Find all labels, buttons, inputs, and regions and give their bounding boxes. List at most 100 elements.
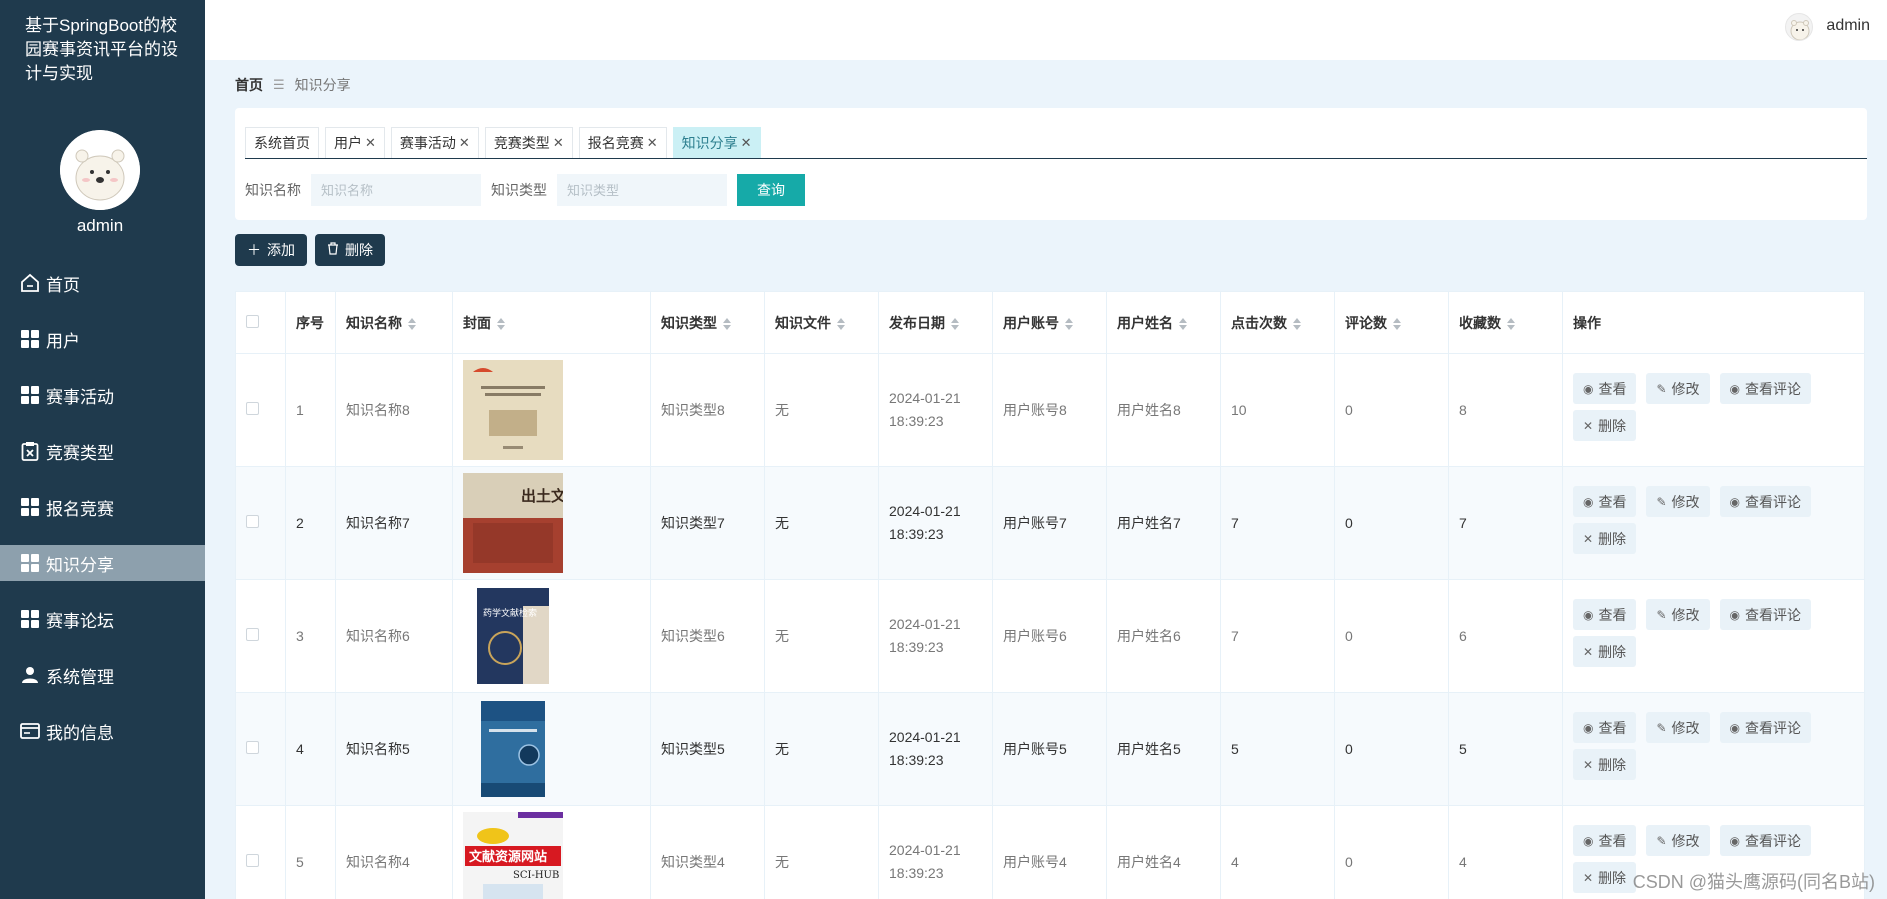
breadcrumb-home[interactable]: 首页 xyxy=(235,75,263,95)
column-header[interactable]: 用户账号 xyxy=(992,291,1107,354)
view-button[interactable]: ◉ 查看 xyxy=(1573,825,1637,856)
query-button[interactable]: 查询 xyxy=(737,174,805,206)
sidebar-item-users[interactable]: 用户 xyxy=(0,321,205,357)
book-cover-image[interactable] xyxy=(463,699,563,799)
sidebar-item-events[interactable]: 赛事活动 xyxy=(0,377,205,413)
avatar[interactable] xyxy=(60,130,140,210)
select-all-checkbox[interactable] xyxy=(246,314,259,328)
edit-button[interactable]: ✎ 修改 xyxy=(1646,825,1710,856)
sidebar-item-label: 赛事论坛 xyxy=(46,611,114,631)
view-button[interactable]: ◉ 查看 xyxy=(1573,712,1637,743)
sidebar-item-knowledge[interactable]: 知识分享 xyxy=(0,545,205,581)
book-cover-image[interactable] xyxy=(463,360,563,460)
close-icon[interactable]: ✕ xyxy=(741,135,752,151)
sort-icon[interactable] xyxy=(1293,317,1301,330)
avatar[interactable] xyxy=(1785,13,1813,41)
sort-icon[interactable] xyxy=(837,317,845,330)
book-cover-image[interactable]: 药学文献检索 xyxy=(463,586,563,686)
row-delete-button[interactable]: ✕ 删除 xyxy=(1573,636,1637,667)
row-checkbox[interactable] xyxy=(246,741,259,754)
view-button[interactable]: ◉ 查看 xyxy=(1573,373,1637,404)
tabs-search-panel: 系统首页 用户 ✕ 赛事活动 ✕ 竞赛类型 ✕ 报名竞赛 ✕ 知识分享 ✕ 知识… xyxy=(235,108,1867,220)
row-delete-button[interactable]: ✕ 删除 xyxy=(1573,410,1637,441)
edit-button[interactable]: ✎ 修改 xyxy=(1646,373,1710,404)
row-checkbox[interactable] xyxy=(246,854,259,867)
view-comments-button[interactable]: ◉ 查看评论 xyxy=(1719,825,1812,856)
favorite-count: 6 xyxy=(1448,579,1563,693)
eye-icon: ◉ xyxy=(1729,833,1741,848)
tab-registrations[interactable]: 报名竞赛 ✕ xyxy=(578,127,667,158)
tab-system-home[interactable]: 系统首页 xyxy=(245,127,319,158)
name-search-input[interactable] xyxy=(311,174,481,206)
sidebar-item-profile[interactable]: 我的信息 xyxy=(0,713,205,749)
row-delete-button[interactable]: ✕ 删除 xyxy=(1573,749,1637,780)
view-button[interactable]: ◉ 查看 xyxy=(1573,486,1637,517)
tab-users[interactable]: 用户 ✕ xyxy=(325,127,385,158)
sort-icon[interactable] xyxy=(1179,317,1187,330)
edit-button[interactable]: ✎ 修改 xyxy=(1646,599,1710,630)
column-header[interactable]: 发布日期 xyxy=(878,291,993,354)
column-header[interactable]: 知识类型 xyxy=(650,291,765,354)
sidebar-item-registrations[interactable]: 报名竞赛 xyxy=(0,489,205,525)
sort-icon[interactable] xyxy=(1507,317,1515,330)
view-comments-button[interactable]: ◉ 查看评论 xyxy=(1719,373,1812,404)
view-comments-button[interactable]: ◉ 查看评论 xyxy=(1719,486,1812,517)
close-icon[interactable]: ✕ xyxy=(553,135,564,151)
eye-icon: ◉ xyxy=(1729,381,1741,396)
sidebar-item-system[interactable]: 系统管理 xyxy=(0,657,205,693)
sort-icon[interactable] xyxy=(723,317,731,330)
column-header[interactable]: 知识名称 xyxy=(335,291,453,354)
row-delete-button[interactable]: ✕ 删除 xyxy=(1573,862,1637,893)
column-header[interactable]: 点击次数 xyxy=(1220,291,1335,354)
column-header[interactable]: 知识文件 xyxy=(764,291,879,354)
grid-icon xyxy=(20,497,40,517)
row-index: 1 xyxy=(285,353,336,467)
edit-button[interactable]: ✎ 修改 xyxy=(1646,486,1710,517)
tab-label: 系统首页 xyxy=(254,135,310,151)
row-delete-button[interactable]: ✕ 删除 xyxy=(1573,523,1637,554)
sidebar-item-competition-types[interactable]: 竞赛类型 xyxy=(0,433,205,469)
sidebar-item-label: 赛事活动 xyxy=(46,387,114,407)
edit-icon: ✎ xyxy=(1656,833,1667,848)
row-checkbox[interactable] xyxy=(246,402,259,415)
user-name: 用户姓名7 xyxy=(1106,466,1221,580)
knowledge-type: 知识类型6 xyxy=(650,579,765,693)
sort-icon[interactable] xyxy=(408,317,416,330)
sidebar-item-home[interactable]: 首页 xyxy=(0,265,205,301)
tab-knowledge[interactable]: 知识分享 ✕ xyxy=(672,127,761,158)
sort-icon[interactable] xyxy=(1393,317,1401,330)
edit-icon: ✎ xyxy=(1656,381,1667,396)
book-cover-image[interactable]: 文献资源网站 SCI-HUB xyxy=(463,812,563,899)
sidebar-item-label: 知识分享 xyxy=(46,555,114,575)
column-header[interactable]: 封面 xyxy=(452,291,651,354)
close-icon[interactable]: ✕ xyxy=(459,135,470,151)
row-checkbox[interactable] xyxy=(246,628,259,641)
type-search-label: 知识类型 xyxy=(491,182,547,198)
row-index: 5 xyxy=(285,805,336,899)
close-icon[interactable]: ✕ xyxy=(365,135,376,151)
view-comments-button[interactable]: ◉ 查看评论 xyxy=(1719,599,1812,630)
view-comments-button[interactable]: ◉ 查看评论 xyxy=(1719,712,1812,743)
sort-icon[interactable] xyxy=(497,317,505,330)
knowledge-type: 知识类型5 xyxy=(650,692,765,806)
book-cover-image[interactable]: 出土文献 xyxy=(463,473,563,573)
tab-competition-types[interactable]: 竞赛类型 ✕ xyxy=(484,127,573,158)
edit-button[interactable]: ✎ 修改 xyxy=(1646,712,1710,743)
column-header[interactable]: 评论数 xyxy=(1334,291,1449,354)
row-checkbox[interactable] xyxy=(246,515,259,528)
sidebar-item-label: 首页 xyxy=(46,275,80,295)
column-header[interactable]: 用户姓名 xyxy=(1106,291,1221,354)
cover-caption: SCI-HUB xyxy=(513,870,559,881)
type-search-input[interactable] xyxy=(557,174,727,206)
close-icon[interactable]: ✕ xyxy=(647,135,658,151)
top-username[interactable]: admin xyxy=(1826,17,1870,35)
sort-icon[interactable] xyxy=(951,317,959,330)
comment-count: 0 xyxy=(1334,692,1449,806)
view-button[interactable]: ◉ 查看 xyxy=(1573,599,1637,630)
delete-button[interactable]: 删除 xyxy=(315,234,385,266)
column-header[interactable]: 收藏数 xyxy=(1448,291,1563,354)
add-button[interactable]: ＋ 添加 xyxy=(235,234,307,266)
sort-icon[interactable] xyxy=(1065,317,1073,330)
tab-events[interactable]: 赛事活动 ✕ xyxy=(390,127,479,158)
sidebar-item-forum[interactable]: 赛事论坛 xyxy=(0,601,205,637)
